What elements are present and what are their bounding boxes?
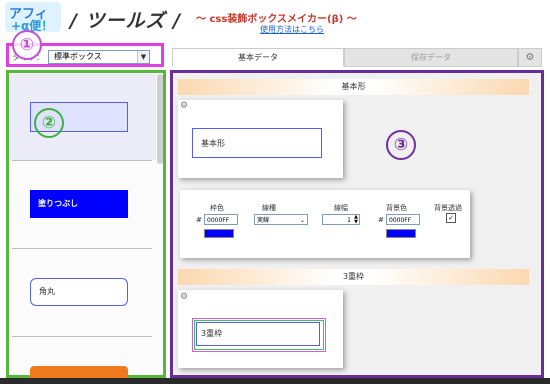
line-type-label: 線種 — [262, 204, 276, 212]
border-color-input[interactable]: 0000FF — [204, 214, 238, 225]
divider — [12, 336, 152, 337]
divider — [12, 248, 152, 249]
annotation-badge-1: ① — [12, 30, 42, 60]
bg-transparent-checkbox[interactable]: ✓ — [446, 213, 456, 223]
type-select-value: 標準ボックス — [54, 52, 102, 61]
app-title: ～ css装飾ボックスメイカー(β) ～ — [196, 14, 357, 25]
border-color-swatch[interactable] — [204, 229, 234, 238]
logo[interactable]: アフィ +α便！ — [5, 2, 61, 33]
list-item-rounded-box[interactable]: 角丸 — [30, 278, 128, 306]
bg-color-label: 背景色 — [386, 204, 407, 212]
stepper-arrows-icon[interactable]: ▲ ▼ — [354, 215, 358, 225]
line-type-select[interactable]: 実線 ⌄ — [254, 214, 308, 225]
gear-icon[interactable]: ⚙ — [518, 48, 542, 67]
line-width-label: 線幅 — [334, 204, 348, 212]
line-type-value: 実線 — [257, 217, 270, 224]
bg-color-input[interactable]: 0000FF — [386, 214, 420, 225]
usage-link[interactable]: 使用方法はこちら — [260, 24, 324, 35]
chevron-down-icon: ▼ — [137, 51, 149, 63]
tab-saved-data[interactable]: 保存データ — [344, 48, 518, 67]
logo-tools[interactable]: / ツールズ / — [70, 6, 181, 33]
list-scrollbar[interactable] — [157, 74, 163, 164]
bg-color-swatch[interactable] — [386, 229, 416, 238]
list-item-filled-box[interactable]: 塗りつぶし — [30, 190, 128, 218]
gear-icon[interactable]: ⚙ — [180, 101, 188, 111]
bottom-strip — [0, 378, 550, 384]
line-width-stepper[interactable]: 1 ▲ ▼ — [322, 214, 360, 225]
annotation-badge-2: ② — [34, 108, 64, 138]
annotation-badge-3: ③ — [386, 130, 416, 160]
section-header-triple: 3重枠 — [178, 269, 529, 285]
preview-box: 基本形 — [192, 128, 322, 158]
bg-transparent-label: 背景透過 — [434, 204, 462, 212]
divider — [12, 160, 152, 161]
tab-basic-data[interactable]: 基本データ — [172, 48, 344, 66]
hash-label: # — [378, 216, 384, 224]
type-select[interactable]: 標準ボックス ▼ — [48, 50, 150, 64]
hash-label: # — [196, 216, 202, 224]
triple-preview-box: 3重枠 — [196, 322, 320, 346]
line-width-value: 1 — [347, 217, 351, 224]
chevron-down-icon: ⌄ — [299, 217, 305, 224]
border-color-label: 枠色 — [210, 204, 224, 212]
gear-icon[interactable]: ⚙ — [180, 292, 188, 302]
section-header-basic: 基本形 — [178, 79, 529, 95]
